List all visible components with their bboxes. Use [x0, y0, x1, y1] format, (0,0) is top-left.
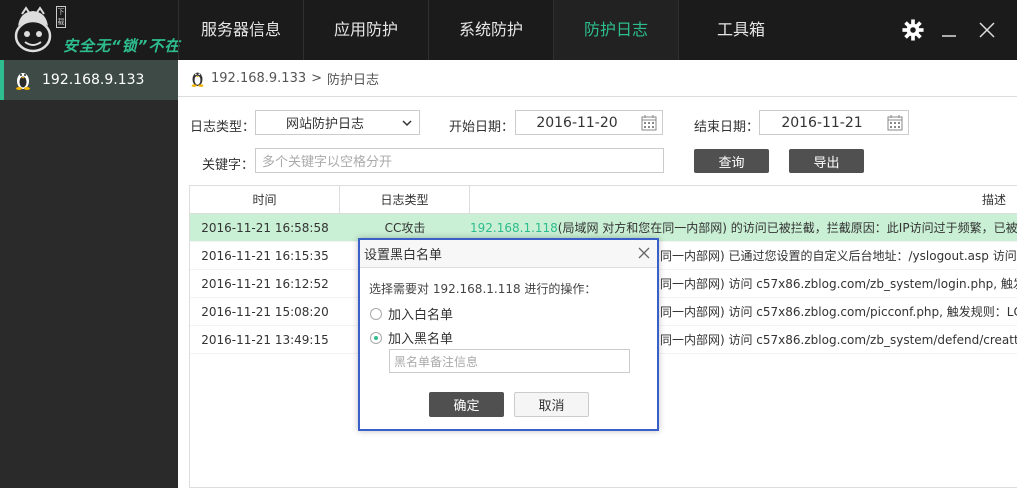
top-bar: 下载 安全无“锁”不在 服务器信息 应用防护 系统防护 防护日志 工具箱 [0, 0, 1017, 60]
main-nav: 服务器信息 应用防护 系统防护 防护日志 工具箱 [178, 0, 803, 60]
nav-system-protection[interactable]: 系统防护 [428, 0, 553, 60]
cell-desc: 同一内部网) 访问 c57x86.zblog.com/zb_system/log… [660, 277, 1017, 291]
gear-icon [902, 19, 924, 41]
blacklist-note-input[interactable]: 黑名单备注信息 [389, 349, 630, 373]
nav-protection-log[interactable]: 防护日志 [553, 0, 678, 60]
keyword-label: 关键字： [202, 158, 255, 173]
logo-badge: 下载 [56, 6, 66, 28]
column-header-type[interactable]: 日志类型 [340, 186, 470, 214]
cell-desc: 同一内部网) 已通过您设置的自定义后台地址：/yslogout.asp 访问 [660, 249, 1017, 263]
end-date-value: 2016-11-21 [781, 114, 863, 131]
start-date-value: 2016-11-20 [536, 114, 618, 131]
end-date-input[interactable]: 2016-11-21 [759, 110, 909, 135]
whitelist-option[interactable]: 加入白名单 [370, 304, 453, 323]
breadcrumb-separator: > [311, 70, 323, 86]
logo-text: 安全无“锁”不在 [63, 37, 181, 55]
chevron-down-icon [402, 120, 412, 127]
breadcrumb: 192.168.9.133 > 防护日志 [178, 60, 1017, 97]
log-type-select[interactable]: 网站防护日志 [255, 110, 420, 135]
keyword-input[interactable]: 多个关键字以空格分开 [255, 148, 664, 173]
start-date-input[interactable]: 2016-11-20 [515, 110, 663, 135]
app-logo: 下载 安全无“锁”不在 [8, 4, 181, 56]
dialog-prompt: 选择需要对 192.168.1.118 进行的操作： [369, 282, 597, 296]
log-type-value: 网站防护日志 [286, 117, 365, 132]
close-icon [979, 22, 995, 38]
close-icon[interactable] [637, 246, 651, 260]
linux-penguin-icon [191, 72, 204, 87]
cell-time: 2016-11-21 16:58:58 [201, 221, 329, 235]
ok-button[interactable]: 确定 [429, 392, 504, 417]
settings-button[interactable] [896, 0, 930, 60]
blacklist-dialog: 设置黑白名单 选择需要对 192.168.1.118 进行的操作： 加入白名单 … [358, 238, 659, 431]
ip-link[interactable]: 192.168.1.118 [470, 221, 558, 235]
query-button[interactable]: 查询 [694, 149, 769, 173]
cell-time: 2016-11-21 16:15:35 [201, 249, 329, 263]
whitelist-radio[interactable] [370, 307, 382, 320]
end-date-label: 结束日期： [694, 120, 760, 135]
sidebar-item-label: 192.168.9.133 [42, 72, 145, 88]
cell-time: 2016-11-21 16:12:52 [201, 277, 329, 291]
table-header: 时间 日志类型 描述 [190, 186, 1017, 214]
nav-server-info[interactable]: 服务器信息 [178, 0, 303, 60]
whitelist-label: 加入白名单 [388, 308, 454, 323]
log-type-label: 日志类型： [190, 120, 256, 135]
breadcrumb-current: 防护日志 [327, 72, 380, 88]
note-placeholder: 黑名单备注信息 [394, 354, 479, 369]
dialog-title-bar[interactable]: 设置黑白名单 [360, 240, 657, 268]
blacklist-option[interactable]: 加入黑名单 [370, 328, 453, 347]
close-window-button[interactable] [970, 0, 1004, 60]
column-header-time[interactable]: 时间 [190, 186, 340, 214]
linux-penguin-icon [16, 73, 30, 90]
column-header-desc[interactable]: 描述 [470, 186, 1006, 214]
start-date-label: 开始日期： [449, 120, 515, 135]
calendar-icon[interactable] [640, 114, 658, 132]
blacklist-label: 加入黑名单 [388, 332, 454, 347]
calendar-icon[interactable] [886, 114, 904, 132]
sidebar: 192.168.9.133 [0, 60, 178, 488]
cell-desc: 同一内部网) 访问 c57x86.zblog.com/zb_system/def… [660, 333, 1017, 347]
export-button[interactable]: 导出 [789, 149, 864, 173]
nav-app-protection[interactable]: 应用防护 [303, 0, 428, 60]
dialog-title: 设置黑白名单 [364, 248, 443, 263]
minimize-button[interactable] [932, 0, 966, 60]
breadcrumb-server[interactable]: 192.168.9.133 [211, 71, 306, 86]
keyword-placeholder: 多个关键字以空格分开 [262, 155, 393, 170]
cell-time: 2016-11-21 15:08:20 [201, 305, 329, 319]
cell-desc: 同一内部网) 访问 c57x86.zblog.com/picconf.php, … [660, 305, 1017, 319]
cancel-button[interactable]: 取消 [514, 392, 589, 417]
blacklist-radio[interactable] [370, 331, 382, 344]
desc-text: (局域网 对方和您在同一内部网) 的访问已被拦截，拦截原因：此IP访问过于频繁，… [557, 221, 1017, 235]
minimize-icon [942, 35, 956, 37]
mascot-icon [14, 6, 52, 53]
nav-toolbox[interactable]: 工具箱 [678, 0, 803, 60]
cell-time: 2016-11-21 13:49:15 [201, 333, 329, 347]
sidebar-item-server[interactable]: 192.168.9.133 [0, 60, 178, 100]
